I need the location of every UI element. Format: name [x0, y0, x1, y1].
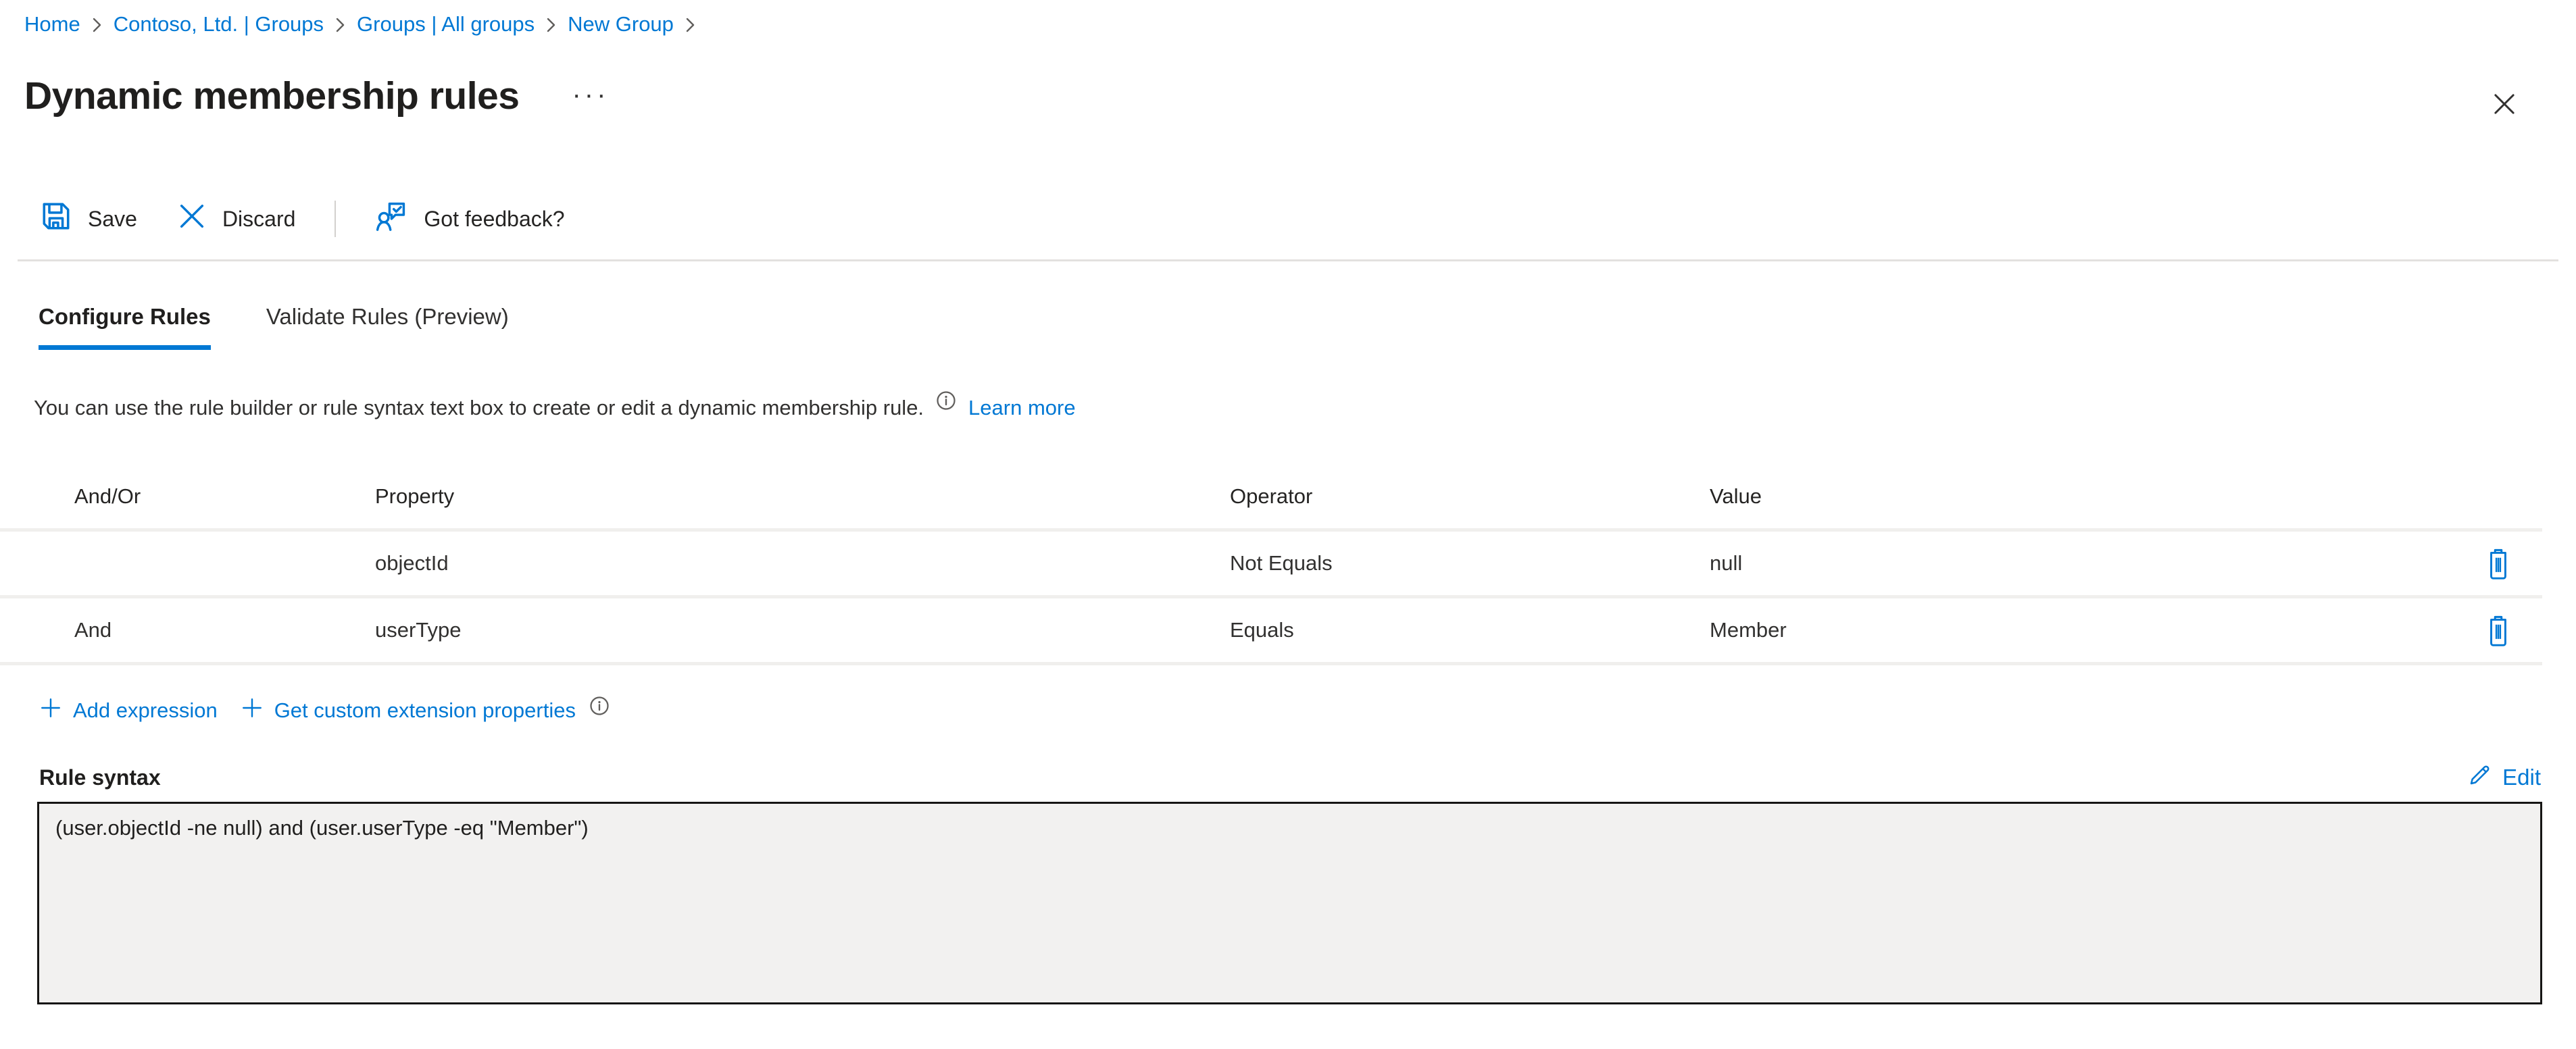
- edit-label: Edit: [2502, 765, 2541, 790]
- chevron-right-icon: [545, 16, 557, 34]
- toolbar-divider: [18, 259, 2558, 261]
- save-icon: [39, 199, 73, 238]
- rule-syntax-textarea[interactable]: (user.objectId -ne null) and (user.userT…: [37, 802, 2542, 1004]
- tab-configure-rules[interactable]: Configure Rules: [39, 303, 211, 350]
- discard-label: Discard: [222, 207, 295, 232]
- discard-x-icon: [176, 201, 207, 237]
- page-title: Dynamic membership rules: [24, 69, 519, 123]
- intro-line: You can use the rule builder or rule syn…: [34, 394, 2576, 421]
- info-icon[interactable]: [589, 696, 610, 721]
- plus-icon: [39, 696, 62, 725]
- expression-actions: Add expression Get custom extension prop…: [39, 696, 2576, 725]
- toolbar-separator: [335, 201, 336, 237]
- rule-builder-table: And/Or Property Operator Value objectId …: [0, 465, 2542, 665]
- chevron-right-icon: [335, 16, 346, 34]
- column-header-property: Property: [375, 484, 1230, 509]
- info-icon[interactable]: [936, 390, 956, 417]
- chevron-right-icon: [685, 16, 696, 34]
- learn-more-link[interactable]: Learn more: [968, 394, 1076, 421]
- discard-button[interactable]: Discard: [176, 201, 295, 237]
- cell-property: objectId: [375, 551, 1230, 575]
- get-custom-extension-label: Get custom extension properties: [274, 698, 576, 723]
- cell-property: userType: [375, 618, 1230, 642]
- edit-rule-syntax-button[interactable]: Edit: [2467, 762, 2541, 793]
- column-header-operator: Operator: [1230, 484, 1710, 509]
- table-row: And userType Equals Member: [0, 598, 2542, 665]
- rule-syntax-header: Rule syntax Edit: [39, 763, 2541, 792]
- breadcrumb-home[interactable]: Home: [24, 11, 80, 38]
- breadcrumb: Home Contoso, Ltd. | Groups Groups | All…: [0, 0, 2576, 38]
- tab-validate-rules[interactable]: Validate Rules (Preview): [266, 303, 509, 350]
- tab-bar: Configure Rules Validate Rules (Preview): [39, 303, 2576, 350]
- add-expression-label: Add expression: [73, 698, 218, 723]
- column-header-value: Value: [1710, 484, 2454, 509]
- add-expression-link[interactable]: Add expression: [39, 696, 218, 725]
- cell-value: null: [1710, 551, 2454, 575]
- command-toolbar: Save Discard Got feedback?: [39, 200, 2576, 238]
- overflow-menu-button[interactable]: ···: [572, 81, 609, 108]
- table-header-row: And/Or Property Operator Value: [0, 465, 2542, 532]
- breadcrumb-new-group[interactable]: New Group: [568, 11, 674, 38]
- save-label: Save: [88, 207, 137, 232]
- chevron-right-icon: [91, 16, 103, 34]
- cell-and-or: And: [74, 618, 375, 642]
- cell-operator: Equals: [1230, 618, 1710, 642]
- breadcrumb-all-groups[interactable]: Groups | All groups: [357, 11, 535, 38]
- cell-operator: Not Equals: [1230, 551, 1710, 575]
- save-button[interactable]: Save: [39, 199, 137, 238]
- delete-row-trash-icon[interactable]: [2483, 546, 2513, 580]
- delete-row-trash-icon[interactable]: [2483, 613, 2513, 647]
- got-feedback-button[interactable]: Got feedback?: [374, 199, 564, 239]
- rule-syntax-box-wrap: (user.objectId -ne null) and (user.userT…: [37, 802, 2542, 1004]
- close-icon[interactable]: [2490, 89, 2519, 119]
- column-header-and-or: And/Or: [74, 484, 375, 509]
- table-row: objectId Not Equals null: [0, 532, 2542, 598]
- intro-text: You can use the rule builder or rule syn…: [34, 394, 924, 421]
- breadcrumb-contoso-groups[interactable]: Contoso, Ltd. | Groups: [114, 11, 324, 38]
- get-custom-extension-link[interactable]: Get custom extension properties: [241, 696, 576, 725]
- plus-icon: [241, 696, 264, 725]
- cell-value: Member: [1710, 618, 2454, 642]
- page-header: Dynamic membership rules ···: [24, 69, 2576, 123]
- feedback-label: Got feedback?: [424, 207, 564, 232]
- pencil-icon: [2467, 762, 2493, 793]
- rule-syntax-heading: Rule syntax: [39, 765, 161, 790]
- feedback-icon: [374, 199, 409, 239]
